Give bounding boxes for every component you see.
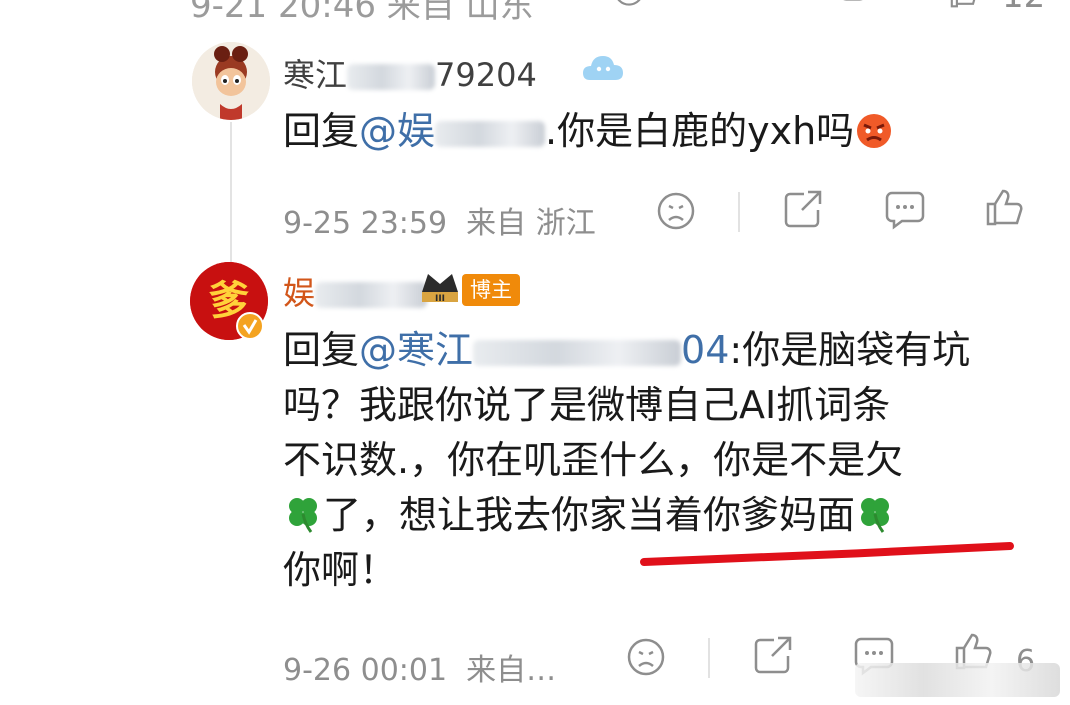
verified-badge-icon <box>236 312 264 340</box>
like-icon[interactable] <box>984 186 1026 228</box>
comment-meta: 9-26 00:01 来自… <box>283 653 557 688</box>
username[interactable]: 寒江 79204 <box>283 50 537 96</box>
blurred-username <box>347 64 436 90</box>
blogger-badge: 博主 <box>462 274 520 306</box>
avatar[interactable] <box>192 42 270 120</box>
comment-meta: 9-25 23:59 来自 浙江 <box>283 206 596 241</box>
previous-comment-meta: 9-21 20:46 来自 山东 <box>190 0 534 26</box>
mention-link[interactable]: @寒江 04 <box>359 328 729 372</box>
mention-link[interactable]: @娱 <box>359 109 546 153</box>
blurred-watermark <box>855 663 1060 697</box>
red-underline-mark <box>640 542 1014 566</box>
like-icon[interactable] <box>945 0 979 8</box>
clover-emoji <box>283 494 323 534</box>
divider <box>738 192 740 232</box>
dislike-icon[interactable] <box>612 0 646 8</box>
thread-line <box>230 122 232 262</box>
username[interactable]: 娱 <box>283 268 428 314</box>
cloud-badge-icon <box>582 50 624 86</box>
comment-text: 回复@娱 .你是白鹿的yxh吗 <box>283 104 894 159</box>
divider <box>708 638 710 678</box>
comment-icon[interactable] <box>884 188 926 230</box>
share-icon[interactable] <box>752 634 794 676</box>
level-badge-icon: III <box>418 266 462 306</box>
comment-icon[interactable] <box>836 0 870 8</box>
dislike-icon[interactable] <box>625 636 667 678</box>
angry-face-emoji <box>854 110 894 150</box>
like-count: 12 <box>1002 0 1045 16</box>
dislike-icon[interactable] <box>655 190 697 232</box>
blurred-username <box>315 282 428 308</box>
clover-emoji <box>855 494 895 534</box>
share-icon[interactable] <box>782 188 824 230</box>
svg-text:III: III <box>435 294 445 304</box>
